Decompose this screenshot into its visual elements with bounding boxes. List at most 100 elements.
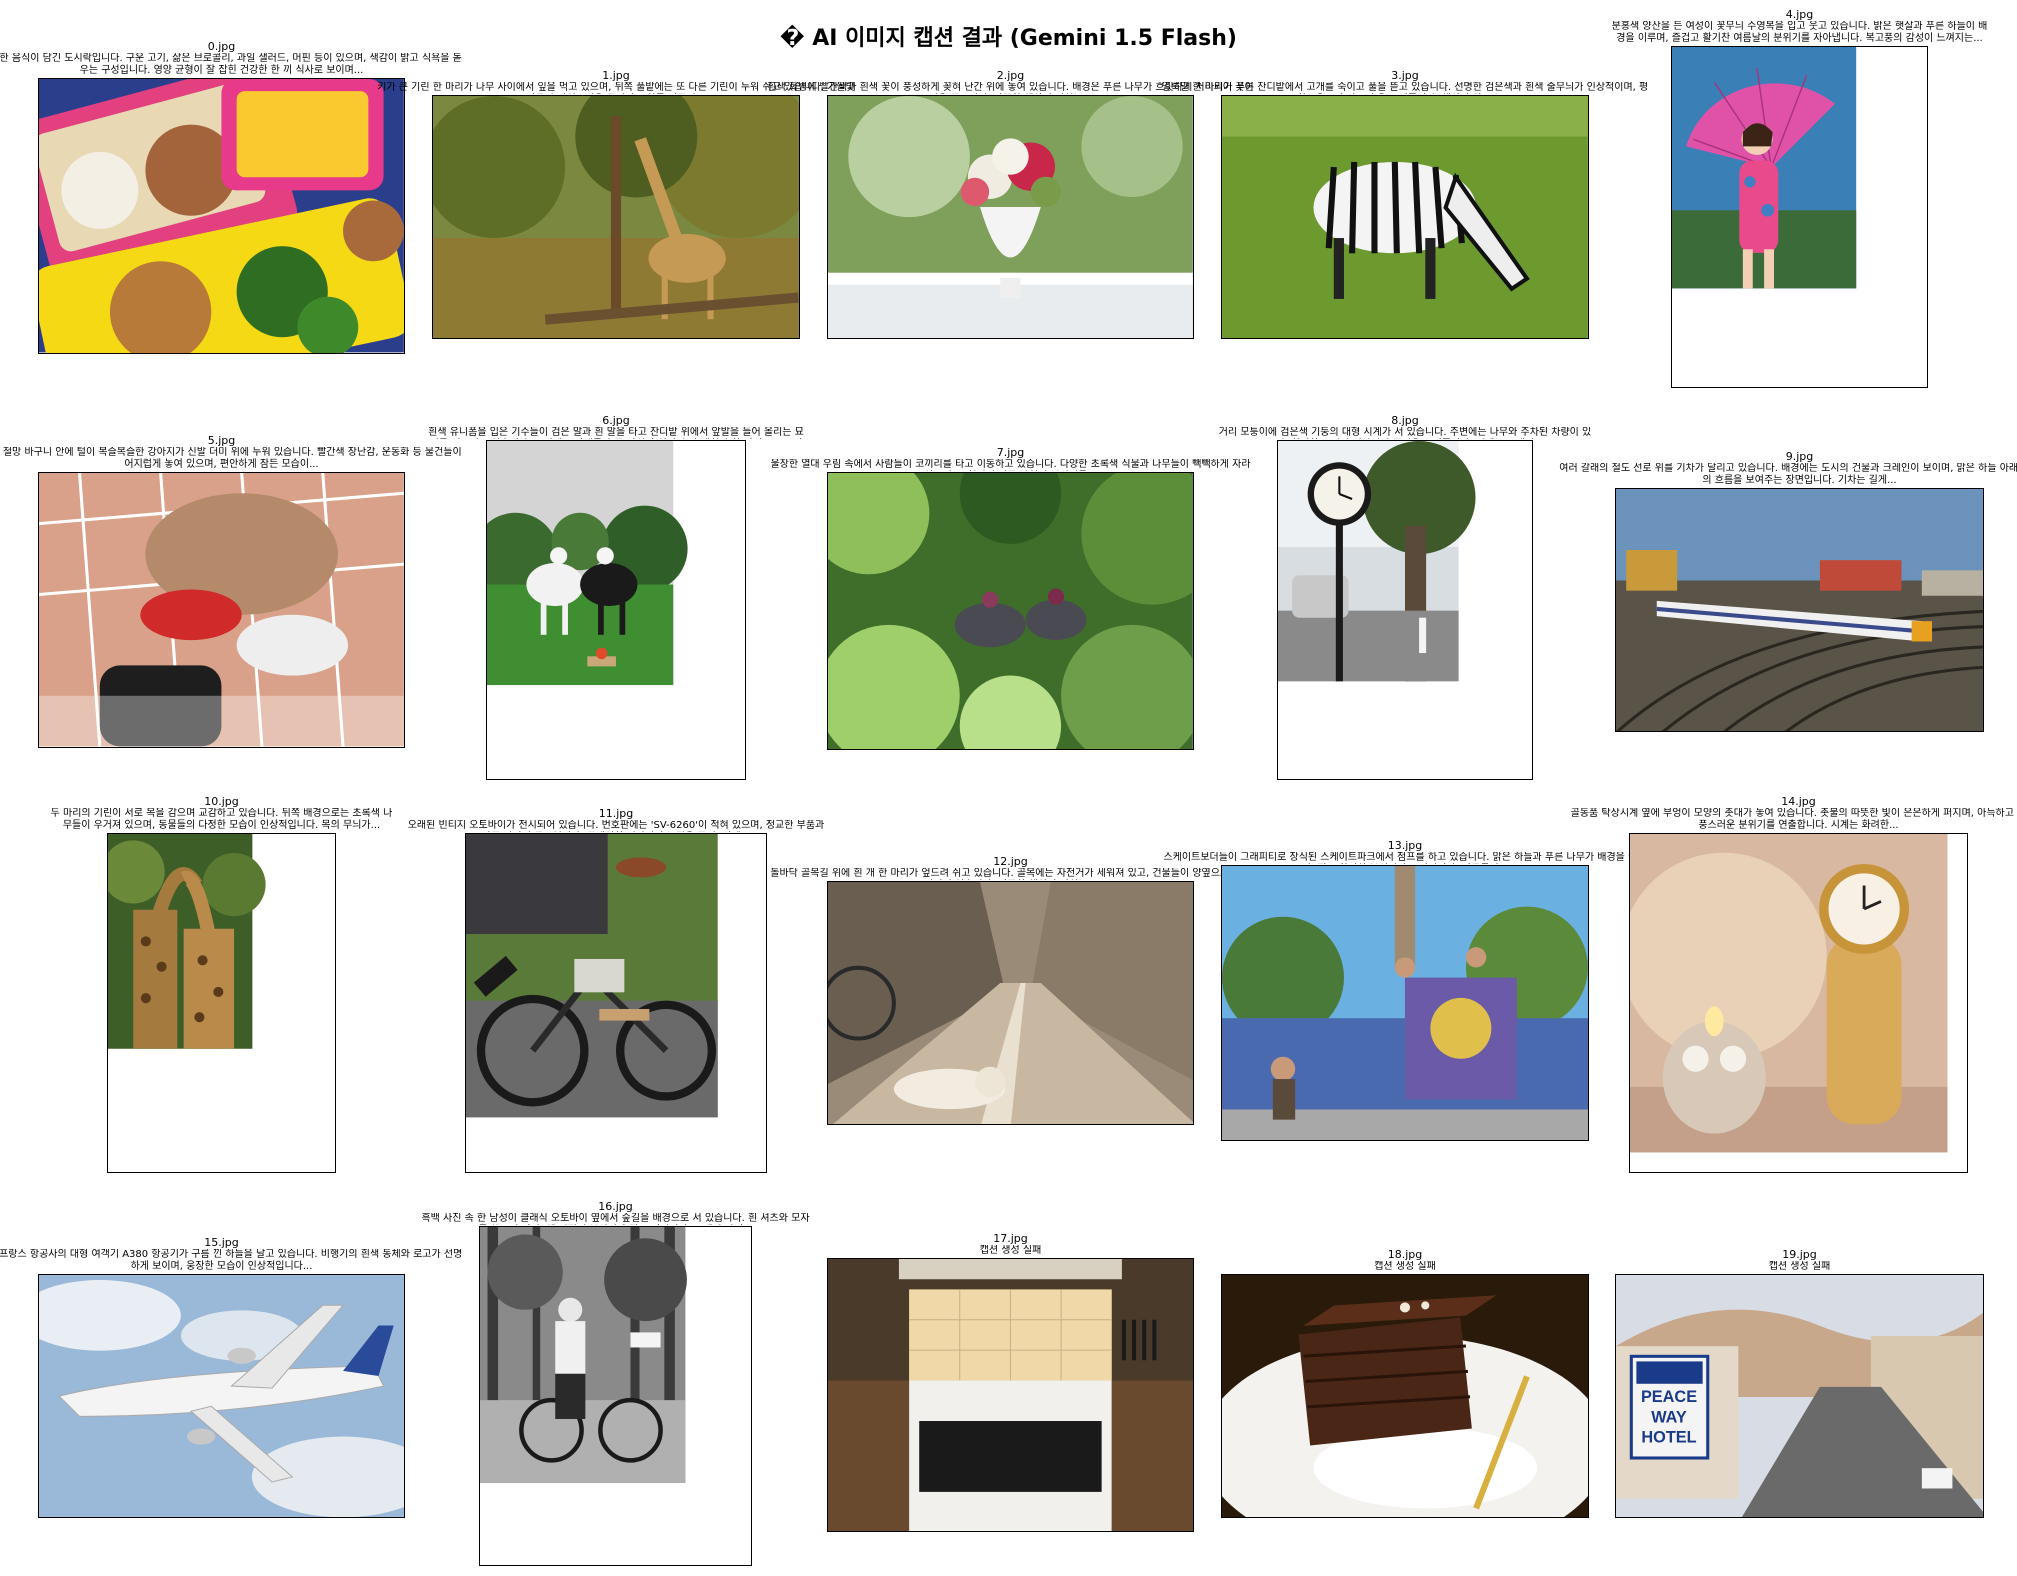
image-filename: 8.jpg — [1391, 414, 1419, 427]
image-card: 4.jpg 분홍색 양산을 든 여성이 꽃무늬 수영복을 입고 웃고 있습니다. … — [1612, 8, 1987, 388]
photo-illustration — [39, 79, 404, 353]
image-card: 13.jpg 스케이트보더들이 그래피티로 장식된 스케이트파크에서 점프를 하고… — [1164, 839, 1646, 1141]
photo-illustration — [828, 473, 1193, 749]
image-card: 9.jpg 여러 갈래의 철도 선로 위를 기차가 달리고 있습니다. 배경에는 … — [1559, 450, 2017, 732]
image-filename: 11.jpg — [598, 807, 634, 820]
photo — [465, 833, 767, 1173]
photo-illustration — [466, 834, 718, 1118]
sign-word: HOTEL — [1641, 1429, 1696, 1447]
photo — [479, 1226, 752, 1566]
image-filename: 4.jpg — [1785, 8, 1814, 21]
photo-illustration — [1222, 1275, 1588, 1517]
image-filename: 2.jpg — [996, 69, 1025, 82]
sign-word: WAY — [1651, 1408, 1687, 1426]
photo-illustration — [39, 1275, 404, 1517]
image-filename: 16.jpg — [598, 1200, 633, 1213]
photo-illustration — [828, 96, 1193, 338]
image-caption: 흰색 철망 바구니 안에 털이 복슬복슬한 강아지가 신발 더미 위에 누워 있… — [0, 447, 462, 470]
image-card: 12.jpg 돌바닥 골목길 위에 흰 개 한 마리가 엎드려 쉬고 있습니다. … — [770, 855, 1251, 1125]
photo — [107, 833, 336, 1173]
image-card: 15.jpg 에어프랑스 항공사의 대형 여객기 A380 항공기가 구름 낀 하… — [0, 1236, 462, 1518]
image-filename: 18.jpg — [1387, 1248, 1423, 1261]
image-card: 2.jpg 흰색 화병에 빨간색과 흰색 꽃이 풍성하게 꽂혀 난간 위에 놓여 … — [767, 69, 1254, 339]
image-filename: 12.jpg — [993, 855, 1028, 868]
photo — [1629, 833, 1968, 1173]
image-caption: 다양한 음식이 담긴 도시락입니다. 구운 고기, 삶은 브로콜리, 과일 샐러… — [0, 53, 462, 76]
image-card: 14.jpg 골동품 탁상시계 옆에 부엉이 모양의 촛대가 놓여 있습니다. 촛… — [1571, 795, 2017, 1173]
photo-illustration — [433, 96, 799, 338]
image-caption: 스케이트보더들이 그래피티로 장식된 스케이트파크에서 점프를 하고 있습니다.… — [1163, 852, 1647, 863]
photo-illustration — [828, 1259, 1193, 1531]
image-card: 18.jpg 캡션 생성 실패 — [1221, 1248, 1589, 1518]
image-filename: 19.jpg — [1782, 1248, 1817, 1261]
image-filename: 9.jpg — [1785, 450, 1814, 463]
image-caption: 흑백 사진 속 한 남성이 클래식 오토바이 옆에서 숲길을 배경으로 서 있습… — [421, 1213, 810, 1224]
image-filename: 10.jpg — [204, 795, 239, 808]
photo-illustration — [1616, 489, 1983, 731]
image-caption: 두 마리의 기린이 서로 목을 감으며 교감하고 있습니다. 뒤쪽 배경으로는 … — [50, 808, 393, 831]
image-filename: 3.jpg — [1391, 69, 1419, 82]
photo-illustration — [1222, 96, 1588, 338]
image-filename: 1.jpg — [602, 69, 630, 82]
image-card: 10.jpg 두 마리의 기린이 서로 목을 감으며 교감하고 있습니다. 뒤쪽 … — [51, 795, 392, 1173]
photo-illustration — [1278, 441, 1476, 682]
image-caption: 오래된 빈티지 오토바이가 전시되어 있습니다. 번호판에는 'SV-6260'… — [407, 820, 825, 831]
image-filename: 5.jpg — [207, 434, 236, 447]
photo-illustration — [108, 834, 266, 1049]
photo — [827, 95, 1194, 339]
photo — [1221, 95, 1589, 339]
image-filename: 13.jpg — [1387, 839, 1423, 852]
photo — [827, 881, 1194, 1125]
photo — [1221, 865, 1589, 1141]
image-caption: 에어프랑스 항공사의 대형 여객기 A380 항공기가 구름 낀 하늘을 날고 … — [0, 1249, 463, 1272]
photo-illustration: PEACE WAY HOTEL — [1616, 1275, 1983, 1517]
photo — [486, 440, 746, 780]
photo — [38, 472, 405, 748]
photo-illustration — [1630, 834, 1948, 1153]
image-caption: 돌바닥 골목길 위에 흰 개 한 마리가 엎드려 쉬고 있습니다. 골목에는 자… — [770, 868, 1250, 879]
image-card: 8.jpg 거리 모퉁이에 검은색 기둥의 대형 시계가 서 있습니다. 주변에는… — [1219, 414, 1591, 780]
image-filename: 6.jpg — [602, 414, 630, 427]
photo — [432, 95, 800, 339]
image-filename: 14.jpg — [1781, 795, 1816, 808]
image-caption: 여러 갈래의 철도 선로 위를 기차가 달리고 있습니다. 배경에는 도시의 건… — [1559, 463, 2017, 486]
photo: PEACE WAY HOTEL — [1615, 1274, 1984, 1518]
photo-illustration — [1672, 47, 1857, 289]
image-caption: 얼룩말 한 마리가 푸른 잔디밭에서 고개를 숙이고 풀을 뜯고 있습니다. 선… — [1161, 82, 1649, 93]
image-caption: 골동품 탁상시계 옆에 부엉이 모양의 촛대가 놓여 있습니다. 촛불의 따뜻한… — [1570, 808, 2017, 831]
image-caption: 분홍색 양산을 든 여성이 꽃무늬 수영복을 입고 웃고 있습니다. 밝은 햇살… — [1611, 21, 1988, 44]
image-card: 11.jpg 오래된 빈티지 오토바이가 전시되어 있습니다. 번호판에는 'SV… — [408, 807, 824, 1173]
image-caption: 거리 모퉁이에 검은색 기둥의 대형 시계가 서 있습니다. 주변에는 나무와 … — [1218, 427, 1592, 438]
photo — [1277, 440, 1533, 780]
image-card: 5.jpg 흰색 철망 바구니 안에 털이 복슬복슬한 강아지가 신발 더미 위에… — [0, 434, 462, 748]
photo — [38, 78, 405, 354]
image-card: 16.jpg 흑백 사진 속 한 남성이 클래식 오토바이 옆에서 숲길을 배경으… — [421, 1200, 810, 1566]
photo — [1615, 488, 1984, 732]
photo — [827, 1258, 1194, 1532]
image-card: 19.jpg 캡션 생성 실패 PEACE WAY HOTEL — [1615, 1248, 1984, 1518]
photo-illustration — [487, 441, 688, 686]
photo-illustration — [39, 473, 404, 747]
photo-illustration — [1222, 866, 1588, 1140]
image-caption: 울창한 열대 우림 속에서 사람들이 코끼리를 타고 이동하고 있습니다. 다양… — [770, 459, 1251, 470]
photo — [1671, 46, 1928, 388]
image-card: 17.jpg 캡션 생성 실패 — [827, 1232, 1194, 1532]
image-card: 0.jpg 다양한 음식이 담긴 도시락입니다. 구운 고기, 삶은 브로콜리, … — [0, 40, 462, 354]
sign-word: PEACE — [1641, 1388, 1697, 1406]
photo-illustration — [828, 882, 1193, 1124]
image-filename: 7.jpg — [996, 446, 1025, 459]
photo-illustration — [480, 1227, 687, 1483]
photo — [38, 1274, 405, 1518]
image-card: 6.jpg 흰색 유니폼을 입은 기수들이 검은 말과 흰 말을 타고 잔디밭 위… — [428, 414, 804, 780]
image-card: 7.jpg 울창한 열대 우림 속에서 사람들이 코끼리를 타고 이동하고 있습니… — [770, 446, 1251, 750]
image-filename: 17.jpg — [993, 1232, 1028, 1245]
image-filename: 15.jpg — [204, 1236, 239, 1249]
image-caption: 캡션 생성 실패 — [979, 1245, 1042, 1256]
image-caption: 캡션 생성 실패 — [1768, 1261, 1831, 1272]
photo — [827, 472, 1194, 750]
image-filename: 0.jpg — [207, 40, 236, 53]
image-card: 1.jpg 키가 큰 기린 한 마리가 나무 사이에서 잎을 먹고 있으며, 뒤쪽… — [377, 69, 855, 339]
image-caption: 흰색 유니폼을 입은 기수들이 검은 말과 흰 말을 타고 잔디밭 위에서 앞발… — [428, 427, 804, 438]
photo — [1221, 1274, 1589, 1518]
image-card: 3.jpg 얼룩말 한 마리가 푸른 잔디밭에서 고개를 숙이고 풀을 뜯고 있습… — [1162, 69, 1648, 339]
